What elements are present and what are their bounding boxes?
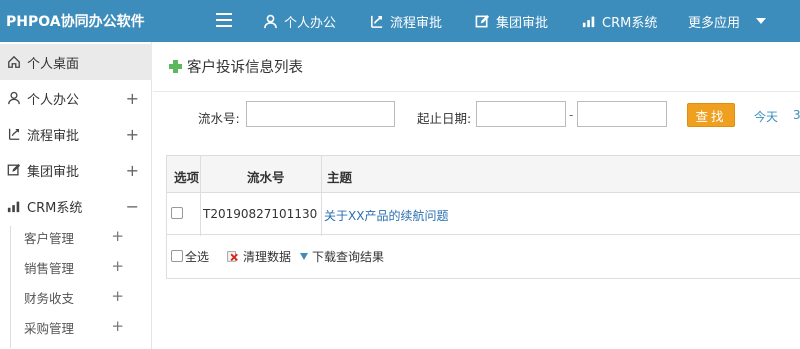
expand-icon[interactable]: + [111, 227, 124, 245]
bar-chart-icon [7, 201, 20, 213]
sidebar-subitem-finance[interactable]: 财务收支 + [24, 285, 144, 309]
table-header: 选项 流水号 主题 [167, 156, 800, 193]
column-header-option: 选项 [174, 170, 200, 185]
topnav-workflow[interactable]: 流程审批 [369, 0, 442, 42]
sidebar-item-label: 集团审批 [27, 164, 80, 180]
download-results-action[interactable]: 下载查询结果 [299, 248, 384, 265]
table-footer: 全选 清理数据 下载查询结果 [167, 236, 800, 276]
delete-icon [227, 251, 238, 262]
date-separator: - [569, 108, 574, 122]
topnav-crm[interactable]: CRM系统 [582, 0, 657, 42]
sidebar-subitem-purchase[interactable]: 采购管理 + [24, 315, 144, 339]
download-icon [300, 253, 309, 260]
date-shortcut-link[interactable]: 3 [793, 108, 800, 122]
topnav-more-apps[interactable]: 更多应用 [688, 0, 767, 42]
expand-icon[interactable]: + [111, 257, 124, 275]
today-link[interactable]: 今天 [754, 108, 778, 125]
sidebar-item-label: 个人桌面 [27, 56, 80, 72]
add-icon[interactable] [169, 60, 182, 73]
sidebar-item-workflow[interactable]: 流程审批 + [0, 116, 152, 152]
page-title: 客户投诉信息列表 [187, 60, 303, 76]
topnav-personal-office[interactable]: 个人办公 [263, 0, 336, 42]
clear-data-label: 清理数据 [243, 249, 292, 264]
main-content: 客户投诉信息列表 流水号: 起止日期: - 查找 今天 3 选项 流水号 主题 … [153, 42, 800, 349]
topnav-label: 集团审批 [496, 15, 549, 31]
collapse-icon[interactable]: − [126, 197, 139, 216]
serial-input[interactable] [246, 101, 395, 127]
sidebar-item-label: CRM系统 [27, 200, 83, 216]
select-all[interactable]: 全选 [171, 248, 209, 265]
select-all-label: 全选 [185, 249, 210, 264]
topnav-group-approval[interactable]: 集团审批 [475, 0, 548, 42]
column-header-subject: 主题 [327, 170, 353, 185]
date-range-label: 起止日期: [417, 111, 472, 126]
user-icon [8, 91, 20, 105]
row-checkbox[interactable] [171, 207, 183, 219]
sidebar-subitem-label: 客户管理 [24, 230, 75, 246]
sidebar-subitem-customer[interactable]: 客户管理 + [24, 225, 144, 249]
sidebar-subitem-label: 采购管理 [24, 320, 75, 336]
submenu-guide-line [10, 226, 11, 348]
topnav-label: 更多应用 [688, 15, 741, 31]
row-serial: T20190827101130 [203, 207, 318, 221]
user-icon [264, 14, 277, 28]
home-icon [8, 55, 20, 68]
topnav-label: CRM系统 [602, 15, 658, 31]
expand-icon[interactable]: + [126, 89, 139, 108]
topnav-label: 流程审批 [390, 15, 443, 31]
menu-toggle-icon[interactable] [216, 13, 232, 29]
expand-icon[interactable]: + [111, 317, 124, 335]
sidebar-subitem-label: 销售管理 [24, 260, 75, 276]
serial-label: 流水号: [198, 111, 240, 126]
page-header: 客户投诉信息列表 [153, 42, 800, 92]
sidebar-item-group-approval[interactable]: 集团审批 + [0, 152, 152, 188]
sidebar-item-personal-office[interactable]: 个人办公 + [0, 80, 152, 116]
sidebar-subitem-sales[interactable]: 销售管理 + [24, 255, 144, 279]
row-subject-link[interactable]: 关于XX产品的续航问题 [324, 207, 448, 224]
edit-icon [475, 14, 490, 27]
sidebar: 个人桌面 个人办公 + 流程审批 + 集团审批 + CRM系统 − 客户管理 +… [0, 42, 152, 349]
download-label: 下载查询结果 [312, 249, 385, 264]
search-button[interactable]: 查找 [687, 103, 735, 127]
edit-icon [7, 163, 21, 176]
sidebar-subitem-label: 财务收支 [24, 290, 75, 306]
table-row[interactable]: T20190827101130 关于XX产品的续航问题 [167, 193, 800, 235]
sidebar-item-crm[interactable]: CRM系统 − [0, 188, 152, 224]
clear-data-action[interactable]: 清理数据 [217, 248, 291, 265]
flow-icon [371, 15, 383, 28]
expand-icon[interactable]: + [111, 287, 124, 305]
date-start-input[interactable] [476, 101, 566, 127]
expand-icon[interactable]: + [126, 125, 139, 144]
complaint-table: 选项 流水号 主题 T20190827101130 关于XX产品的续航问题 全选… [166, 155, 800, 279]
select-all-checkbox[interactable] [171, 250, 183, 262]
caret-down-icon [756, 18, 767, 24]
app-title: PHPOA协同办公软件 [6, 14, 145, 30]
topnav-label: 个人办公 [284, 15, 337, 31]
sidebar-item-label: 个人办公 [27, 92, 80, 108]
sidebar-item-desktop[interactable]: 个人桌面 [0, 44, 152, 80]
flow-icon [8, 128, 20, 140]
bar-chart-icon [582, 16, 595, 28]
expand-icon[interactable]: + [126, 161, 139, 180]
date-end-input[interactable] [577, 101, 667, 127]
sidebar-item-label: 流程审批 [27, 128, 80, 144]
column-header-serial: 流水号 [247, 170, 285, 185]
top-bar: PHPOA协同办公软件 个人办公 流程审批 集团审批 CRM系统 更多应用 [0, 0, 800, 42]
